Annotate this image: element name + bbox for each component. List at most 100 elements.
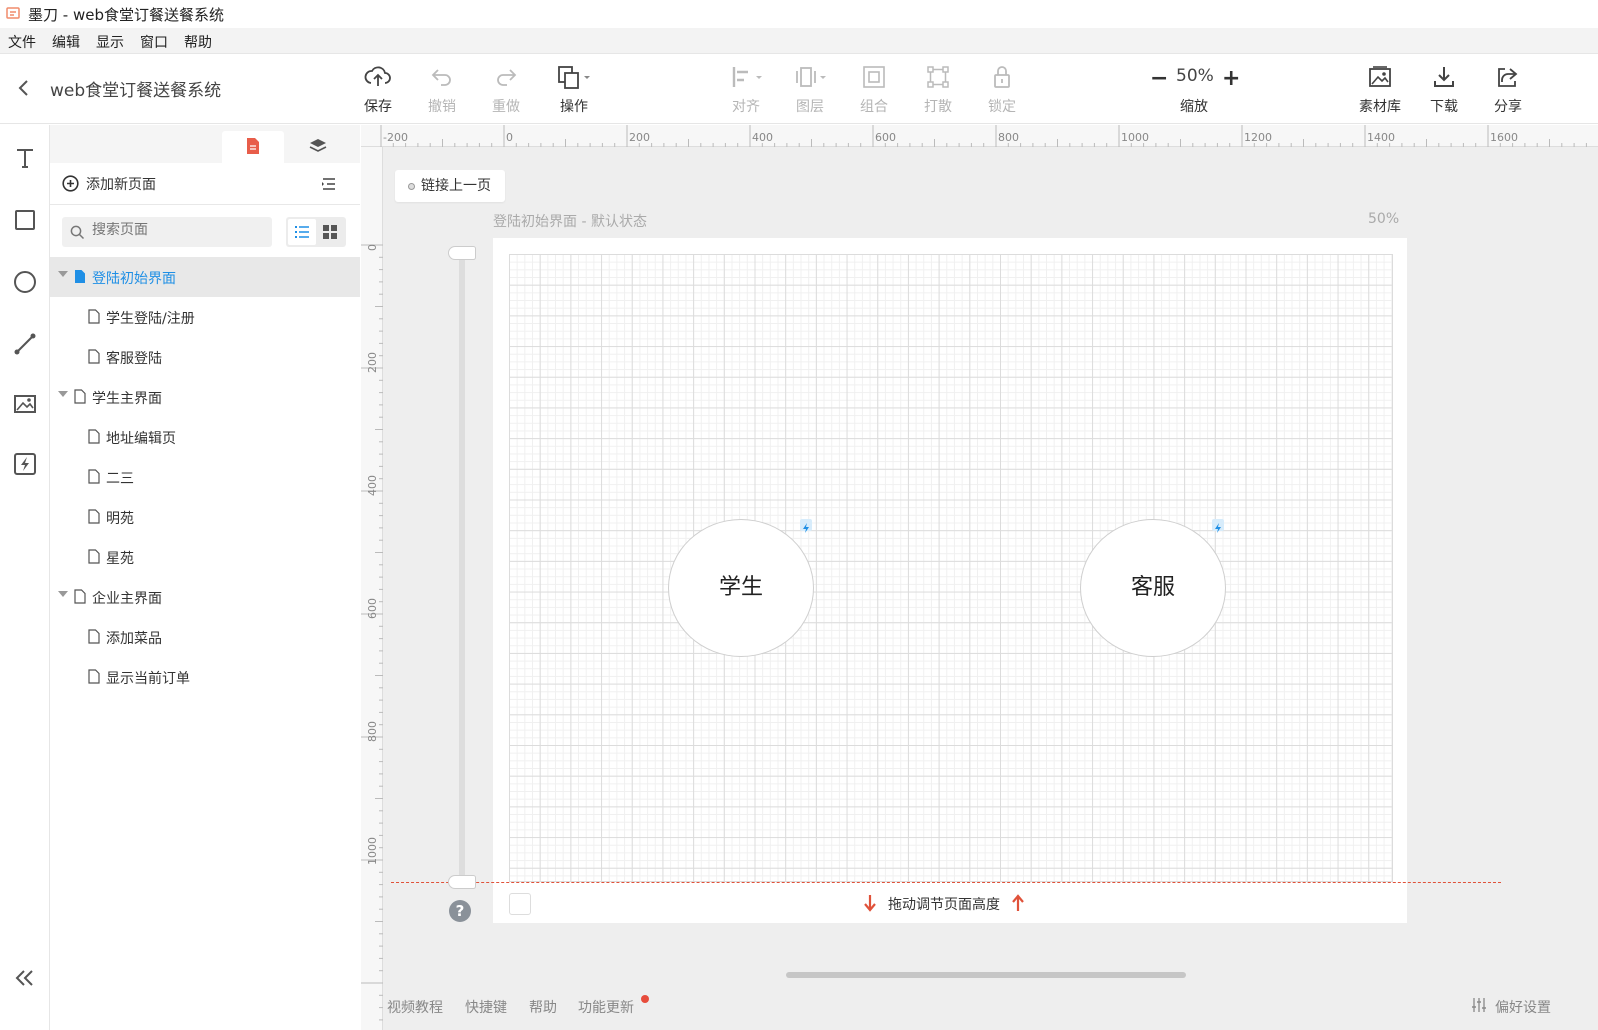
lock-button[interactable]: 锁定 <box>974 62 1030 120</box>
group-label: 组合 <box>860 99 888 115</box>
interaction-tool-icon[interactable] <box>12 451 38 477</box>
undo-icon <box>431 69 451 86</box>
operate-button[interactable]: 操作 <box>544 62 604 120</box>
ruler-label: 400 <box>752 131 773 144</box>
zoom-out-button[interactable]: − <box>1150 66 1168 91</box>
search-row <box>50 205 360 257</box>
download-button[interactable]: 下载 <box>1416 62 1472 120</box>
page-label: 显示当前订单 <box>106 671 190 687</box>
interaction-bolt-icon[interactable] <box>1212 519 1224 533</box>
preferences-sliders-icon[interactable] <box>1471 997 1487 1013</box>
shortcuts-link[interactable]: 快捷键 <box>465 997 507 1017</box>
tab-pages[interactable] <box>222 131 284 163</box>
circle-tool-icon[interactable] <box>12 269 38 295</box>
panel-tabs <box>50 125 360 163</box>
toolbar: web食堂订餐送餐系统 保存 撤销 重做 操作 对齐 图层 组合 打散 锁定 −… <box>0 54 1598 124</box>
lock-icon <box>994 66 1010 88</box>
line-tool-icon[interactable] <box>12 331 38 357</box>
page-item-current-orders[interactable]: 显示当前订单 <box>50 657 360 697</box>
menu-file[interactable]: 文件 <box>8 32 36 52</box>
page-item-login[interactable]: 登陆初始界面 <box>50 257 360 297</box>
page-height-line[interactable] <box>391 882 1501 883</box>
redo-icon <box>497 69 517 86</box>
align-icon <box>732 67 762 87</box>
group-button[interactable]: 组合 <box>846 62 902 120</box>
ruler-label: 0 <box>366 244 379 251</box>
help-question-icon[interactable]: ? <box>449 900 471 922</box>
video-tutorial-link[interactable]: 视频教程 <box>387 997 443 1017</box>
page-file-icon <box>88 509 100 524</box>
page-height-slider[interactable] <box>459 252 465 882</box>
zoom-value[interactable]: 50% <box>1176 66 1214 86</box>
link-previous-page-button[interactable]: 链接上一页 <box>395 170 505 202</box>
page-label: 星苑 <box>106 551 134 567</box>
search-box[interactable] <box>62 217 272 247</box>
interaction-bolt-icon[interactable] <box>800 519 812 533</box>
menu-window[interactable]: 窗口 <box>140 32 168 52</box>
page-item-enterprise-main[interactable]: 企业主界面 <box>50 577 360 617</box>
add-circle-icon[interactable] <box>62 175 79 192</box>
tool-bar <box>0 125 50 1030</box>
horizontal-scrollbar[interactable] <box>786 972 1186 978</box>
tab-layers[interactable] <box>286 131 348 163</box>
share-icon <box>1498 68 1518 87</box>
updates-link[interactable]: 功能更新 <box>578 997 634 1017</box>
text-tool-icon[interactable] <box>12 145 38 171</box>
ungroup-button[interactable]: 打散 <box>910 62 966 120</box>
search-icon <box>70 225 85 240</box>
page-checkbox[interactable] <box>509 893 531 915</box>
student-circle-button[interactable]: 学生 <box>668 519 814 657</box>
layer-button[interactable]: 图层 <box>780 62 840 120</box>
ruler-label: 600 <box>875 131 896 144</box>
ruler-label: 1000 <box>366 837 379 865</box>
page-item-xingyuan[interactable]: 星苑 <box>50 537 360 577</box>
zoom-in-button[interactable]: + <box>1222 66 1240 91</box>
page-item-address-edit[interactable]: 地址编辑页 <box>50 417 360 457</box>
page-item-ersan[interactable]: 二三 <box>50 457 360 497</box>
image-tool-icon[interactable] <box>12 391 38 417</box>
save-label: 保存 <box>364 99 392 115</box>
align-button[interactable]: 对齐 <box>716 62 776 120</box>
share-button[interactable]: 分享 <box>1480 62 1536 120</box>
save-button[interactable]: 保存 <box>350 62 406 120</box>
canvas-area[interactable]: -200 0 200 400 600 800 1000 1200 1400 16… <box>361 125 1598 1030</box>
app-logo-icon <box>6 7 20 19</box>
artboard[interactable]: 学生 客服 <box>493 238 1407 923</box>
assets-button[interactable]: 素材库 <box>1352 62 1408 120</box>
back-arrow-icon[interactable] <box>16 78 32 98</box>
page-item-add-dish[interactable]: 添加菜品 <box>50 617 360 657</box>
redo-button[interactable]: 重做 <box>478 62 534 120</box>
undo-button[interactable]: 撤销 <box>414 62 470 120</box>
page-file-icon <box>74 389 86 404</box>
collapse-sidebar-icon[interactable] <box>12 965 38 991</box>
arrow-down-icon <box>864 895 876 912</box>
page-item-student-main[interactable]: 学生主界面 <box>50 377 360 417</box>
expand-caret-icon[interactable] <box>58 591 68 597</box>
list-view-button[interactable] <box>288 219 316 245</box>
rectangle-tool-icon[interactable] <box>12 207 38 233</box>
add-page-button[interactable]: 添加新页面 <box>86 174 156 194</box>
menu-help[interactable]: 帮助 <box>184 32 212 52</box>
service-circle-button[interactable]: 客服 <box>1080 519 1226 657</box>
expand-caret-icon[interactable] <box>58 391 68 397</box>
page-item-service-login[interactable]: 客服登陆 <box>50 337 360 377</box>
window-title: 墨刀 - web食堂订餐送餐系统 <box>28 6 224 24</box>
help-link[interactable]: 帮助 <box>529 997 557 1017</box>
preferences-link[interactable]: 偏好设置 <box>1495 997 1551 1017</box>
menu-edit[interactable]: 编辑 <box>52 32 80 52</box>
link-previous-label: 链接上一页 <box>421 178 491 194</box>
page-file-icon <box>88 309 100 324</box>
slider-top-handle[interactable] <box>448 246 476 260</box>
group-icon <box>863 66 885 88</box>
page-height-bar: 拖动调节页面高度 <box>493 885 1407 923</box>
expand-caret-icon[interactable] <box>58 271 68 277</box>
page-item-mingyuan[interactable]: 明苑 <box>50 497 360 537</box>
menu-view[interactable]: 显示 <box>96 32 124 52</box>
grid-view-icon[interactable] <box>322 224 338 240</box>
page-item-student-login[interactable]: 学生登陆/注册 <box>50 297 360 337</box>
slider-bottom-handle[interactable] <box>448 875 476 889</box>
search-input[interactable] <box>92 222 262 238</box>
sort-menu-icon[interactable] <box>320 176 338 192</box>
page-label: 客服登陆 <box>106 351 162 367</box>
footer-bar: 视频教程 快捷键 帮助 功能更新 偏好设置 <box>361 982 1598 1030</box>
